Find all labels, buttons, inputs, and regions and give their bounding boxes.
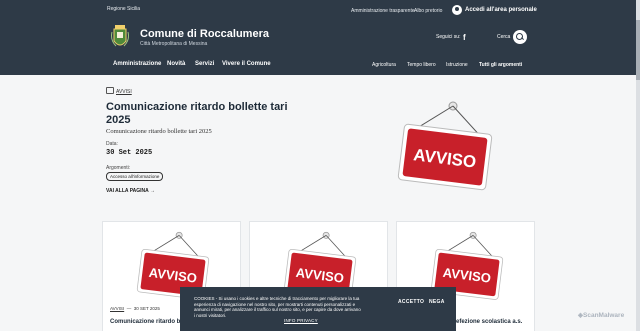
crest-icon[interactable]	[110, 24, 130, 50]
category-link[interactable]: AVVISI	[116, 89, 132, 95]
card-title[interactable]: efezione scolastica a.s.	[456, 319, 522, 325]
amministrazione-trasparente-link[interactable]: Amministrazione trasparente	[351, 8, 415, 14]
topics-label: Argomenti:	[106, 165, 131, 171]
cookie-text: COOKIES - Si usano i cookies e altre tec…	[194, 296, 361, 318]
nav-istruzione[interactable]: Istruzione	[446, 62, 468, 68]
page-subtitle: Comunicazione ritardo bollette tari 2025	[106, 128, 212, 135]
site-header: Comune di Roccalumera Città Metropolitan…	[0, 20, 640, 75]
nav-tutti-gli-argomenti[interactable]: Tutti gli argomenti	[479, 62, 522, 68]
avviso-sign-image: AVVISO	[397, 101, 493, 191]
privacy-info-link[interactable]: INFO PRIVACY	[284, 318, 318, 323]
accept-cookies-button[interactable]: ACCETTO	[398, 299, 424, 305]
user-icon[interactable]	[452, 5, 462, 15]
calendar-icon	[106, 87, 114, 94]
nav-tempo-libero[interactable]: Tempo libero	[407, 62, 436, 68]
date-label: Data:	[106, 141, 118, 147]
nav-servizi[interactable]: Servizi	[195, 61, 214, 67]
nav-novita[interactable]: Novità	[167, 61, 185, 67]
main-content: AVVISI Comunicazione ritardo bollette ta…	[0, 75, 640, 331]
site-title[interactable]: Comune di Roccalumera	[140, 28, 269, 40]
top-bar: Regione Sicilia Amministrazione traspare…	[0, 0, 640, 20]
cookie-banner: COOKIES - Si usano i cookies e altre tec…	[180, 287, 456, 331]
watermark-badge: ◈ScanMalware	[578, 312, 625, 319]
site-subtitle: Città Metropolitana di Messina	[140, 41, 208, 47]
nav-vivere-il-comune[interactable]: Vivere il Comune	[222, 61, 271, 67]
scrollbar[interactable]	[636, 0, 640, 331]
scrollbar-thumb[interactable]	[636, 20, 640, 80]
card-title[interactable]: Comunicazione ritardo boll	[110, 319, 187, 325]
publish-date: 30 Set 2025	[106, 149, 153, 157]
card-date: 30 SET 2025	[133, 306, 160, 311]
search-label: Cerca	[497, 34, 511, 40]
read-more-link[interactable]: VAI ALLA PAGINA →	[106, 188, 155, 194]
card-meta: AVVISI — 30 SET 2025	[110, 306, 160, 311]
search-button[interactable]	[513, 30, 527, 44]
topic-chip[interactable]: Accesso all'informazione	[106, 172, 164, 181]
nav-amministrazione[interactable]: Amministrazione	[113, 61, 161, 67]
region-link[interactable]: Regione Sicilia	[107, 6, 140, 12]
albo-pretorio-link[interactable]: Albo pretorio	[414, 8, 442, 14]
arrow-right-icon: →	[149, 188, 155, 194]
page-title: Comunicazione ritardo bollette tari 2025	[106, 101, 288, 126]
follow-label: Seguici su:	[436, 34, 461, 40]
deny-cookies-button[interactable]: NEGA	[429, 299, 445, 305]
facebook-icon[interactable]: f	[463, 33, 466, 42]
nav-agricoltura[interactable]: Agricoltura	[372, 62, 396, 68]
card-category-link[interactable]: AVVISI	[110, 306, 124, 311]
login-link[interactable]: Accedi all'area personale	[465, 7, 537, 13]
